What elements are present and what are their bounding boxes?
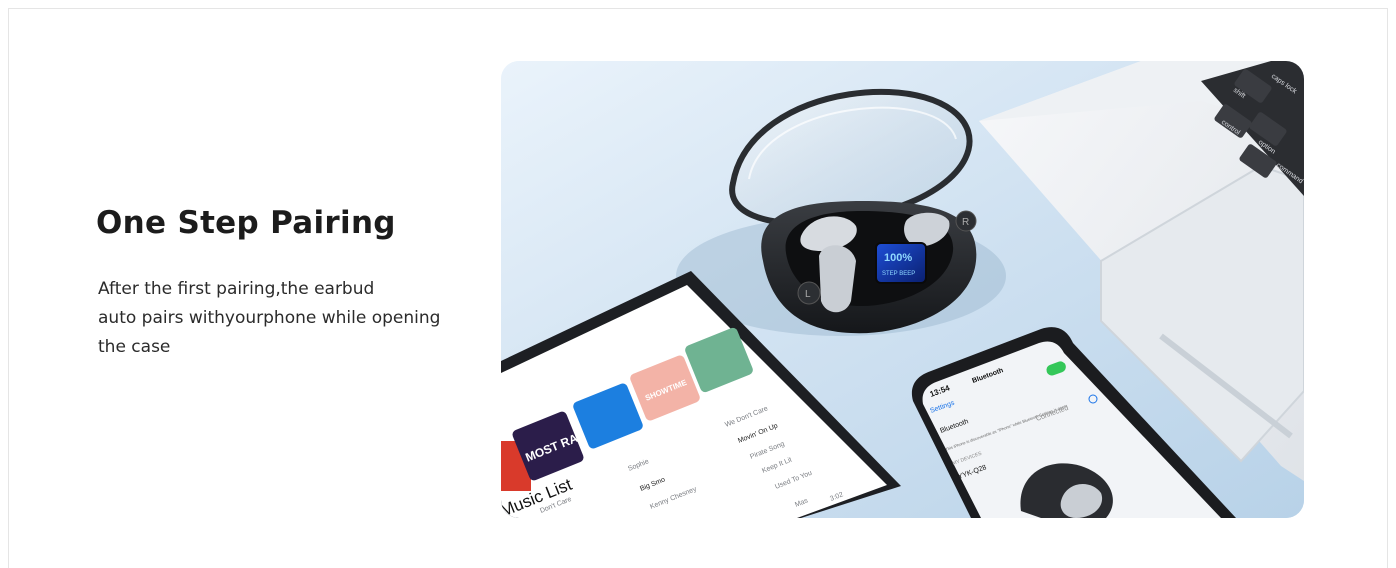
feature-title: One Step Pairing xyxy=(96,205,396,241)
feature-description: After the first pairing,the earbud auto … xyxy=(98,275,476,362)
feature-description-line: the case xyxy=(98,337,171,357)
svg-text:R: R xyxy=(962,217,969,228)
product-hero-image: caps lock shift control option command L… xyxy=(501,61,1304,518)
feature-description-line: After the first pairing,the earbud xyxy=(98,279,375,299)
case-status-readout: STEP BEEP xyxy=(882,271,915,277)
case-led-display: 100% STEP BEEP xyxy=(875,242,927,284)
svg-text:L: L xyxy=(805,289,811,300)
feature-copy: One Step Pairing After the first pairing… xyxy=(96,205,476,362)
battery-readout: 100% xyxy=(884,252,912,264)
feature-description-line: auto pairs withyourphone while opening xyxy=(98,308,441,328)
